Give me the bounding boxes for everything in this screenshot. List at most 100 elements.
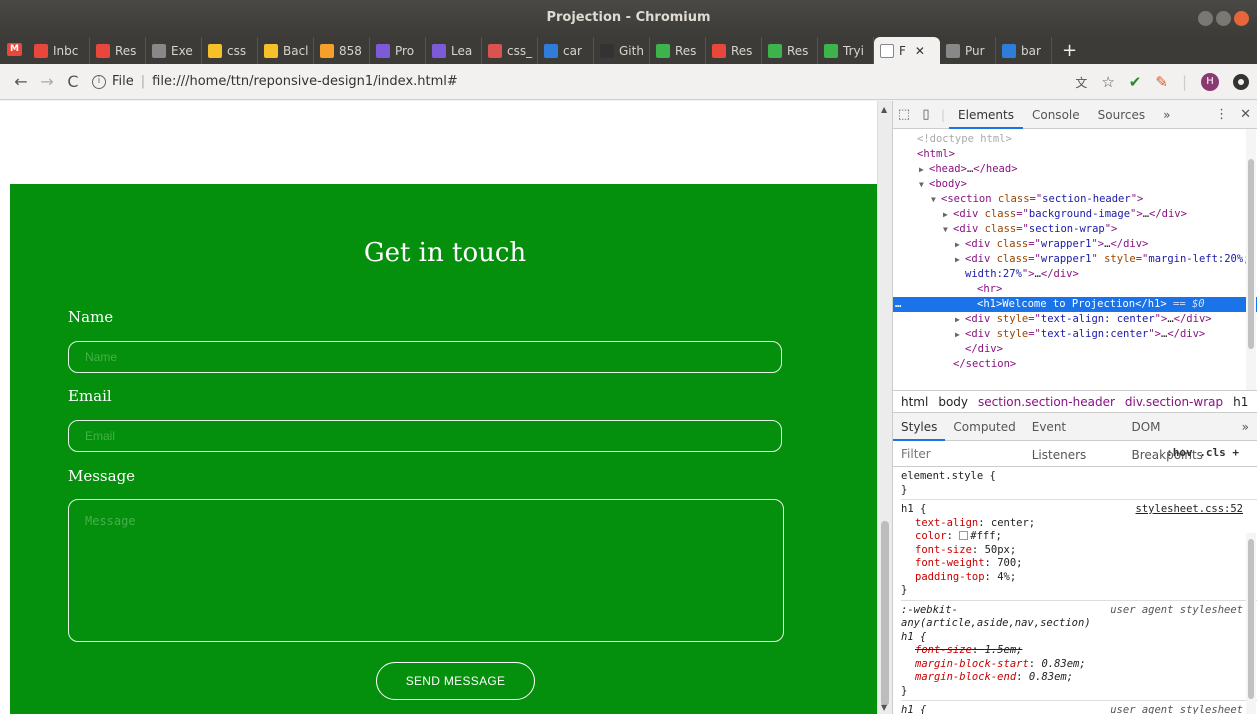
tab-console[interactable]: Console [1023, 101, 1089, 129]
dom-node[interactable]: ▶ <div class="wrapper1" style="margin-lef… [893, 252, 1257, 267]
browser-tab[interactable]: bar [996, 37, 1052, 64]
dom-node[interactable]: ▼ <body> [893, 177, 1257, 192]
dom-node[interactable]: ▼ <section class="section-header"> [893, 192, 1257, 207]
dom-node[interactable]: ▶ <div class="background-image">…</div> [893, 207, 1257, 222]
close-window-icon[interactable] [1234, 11, 1249, 26]
dom-node[interactable]: ▶ <div class="wrapper1">…</div> [893, 237, 1257, 252]
stylesheet-link[interactable]: stylesheet.css:52 [1136, 503, 1243, 517]
property-value[interactable]: 0.83em; [1041, 658, 1085, 670]
extension-circle-icon[interactable] [1233, 74, 1249, 90]
breadcrumb-item[interactable]: html [901, 395, 928, 409]
dom-node[interactable]: ▼ <div class="section-wrap"> [893, 222, 1257, 237]
browser-tab[interactable]: Tryi [818, 37, 874, 64]
page-scroll-thumb[interactable] [881, 521, 889, 706]
property-value[interactable]: 1.5em; [985, 644, 1023, 656]
dom-scrollbar[interactable] [1246, 129, 1256, 390]
property-name[interactable]: text-align [915, 517, 978, 529]
dom-node[interactable]: ▶ <div style="text-align: center">…</div> [893, 312, 1257, 327]
omnibox[interactable]: i File | file:///home/ttn/reponsive-desi… [92, 74, 458, 89]
styles-scroll-thumb[interactable] [1248, 539, 1254, 699]
breadcrumb-item[interactable]: section.section-header [978, 395, 1115, 409]
property-value[interactable]: 700; [997, 557, 1022, 569]
profile-avatar[interactable]: H [1201, 73, 1219, 91]
css-property[interactable]: margin-block-end: 0.83em; [901, 671, 1257, 685]
property-name[interactable]: margin-block-start [915, 658, 1029, 670]
css-property[interactable]: color: #fff; [901, 530, 1257, 544]
new-tab-button[interactable]: + [1052, 40, 1087, 61]
info-icon[interactable]: i [92, 74, 106, 89]
browser-tab[interactable]: Res [706, 37, 762, 64]
dom-node[interactable]: <html> [893, 147, 1257, 162]
page-scrollbar[interactable]: ▲ ▼ [877, 101, 892, 714]
browser-tab[interactable]: car [538, 37, 594, 64]
subtab-event-listeners[interactable]: Event Listeners [1024, 413, 1124, 462]
kebab-menu-icon[interactable]: ⋮ [1215, 107, 1228, 122]
name-input[interactable] [68, 341, 782, 373]
browser-tab[interactable]: 858 [314, 37, 370, 64]
dom-node[interactable]: </div> [893, 342, 1257, 357]
browser-tab[interactable]: css [202, 37, 258, 64]
dom-node[interactable]: <hr> [893, 282, 1257, 297]
dom-node[interactable]: width:27%">…</div> [893, 267, 1257, 282]
property-name[interactable]: font-size [915, 644, 972, 656]
maximize-icon[interactable] [1216, 11, 1231, 26]
close-tab-icon[interactable]: ✕ [915, 44, 925, 58]
more-tabs-button[interactable]: » [1154, 101, 1179, 129]
browser-tab[interactable]: Lea [426, 37, 482, 64]
css-property[interactable]: padding-top: 4%; [901, 571, 1257, 585]
browser-tab[interactable]: Res [90, 37, 146, 64]
extension-icon[interactable]: ✔ [1129, 73, 1142, 91]
browser-tab[interactable]: Pur [940, 37, 996, 64]
property-value[interactable]: 0.83em; [1029, 671, 1073, 683]
close-devtools-icon[interactable]: ✕ [1240, 107, 1251, 122]
css-property[interactable]: text-align: center; [901, 517, 1257, 531]
subtab-styles[interactable]: Styles [893, 413, 946, 441]
tab-sources[interactable]: Sources [1089, 101, 1154, 129]
property-name[interactable]: font-weight [915, 557, 985, 569]
property-value[interactable]: center; [991, 517, 1035, 529]
translate-icon[interactable]: 文 [1075, 74, 1087, 91]
extension-dropper-icon[interactable]: ✎ [1155, 73, 1168, 91]
property-value[interactable]: 4%; [997, 571, 1016, 583]
scroll-up-icon[interactable]: ▲ [881, 105, 887, 114]
browser-tab[interactable]: Gith [594, 37, 650, 64]
scroll-down-icon[interactable]: ▼ [881, 703, 887, 712]
property-name[interactable]: padding-top [915, 571, 985, 583]
message-textarea[interactable] [68, 499, 784, 642]
send-message-button[interactable]: SEND MESSAGE [376, 662, 535, 700]
property-name[interactable]: color [915, 530, 947, 542]
inspect-element-icon[interactable]: ⬚ [893, 107, 915, 122]
browser-tab[interactable]: Bacl [258, 37, 314, 64]
email-input[interactable] [68, 420, 782, 452]
hov-cls-toggles[interactable]: :hov .cls + [1166, 446, 1239, 459]
url-text[interactable]: file:///home/ttn/reponsive-design1/index… [152, 74, 458, 89]
dom-node[interactable]: ▶ <div style="text-align:center">…</div> [893, 327, 1257, 342]
browser-tab[interactable]: F ✕ [874, 37, 940, 64]
css-property[interactable]: font-size: 1.5em; [901, 644, 1257, 658]
subtab--[interactable]: » [1234, 413, 1257, 441]
browser-tab[interactable]: Res [762, 37, 818, 64]
css-property[interactable]: margin-block-start: 0.83em; [901, 658, 1257, 672]
back-button[interactable]: ← [8, 72, 34, 91]
device-toolbar-icon[interactable]: ▯ [915, 107, 937, 122]
browser-tab[interactable]: Res [650, 37, 706, 64]
browser-tab[interactable]: Pro [370, 37, 426, 64]
subtab-dom-breakpoints[interactable]: DOM Breakpoints [1123, 413, 1233, 462]
node-actions-icon[interactable]: … [895, 297, 901, 312]
property-name[interactable]: font-size [915, 544, 972, 556]
browser-tab[interactable]: Inbc [28, 37, 90, 64]
dom-node[interactable]: <!doctype html> [893, 132, 1257, 147]
minimize-icon[interactable] [1198, 11, 1213, 26]
dom-scroll-thumb[interactable] [1248, 159, 1254, 349]
property-name[interactable]: margin-block-end [915, 671, 1016, 683]
dom-node[interactable]: </section> [893, 357, 1257, 372]
styles-filter[interactable]: Filter :hov .cls + [893, 441, 1257, 467]
reload-button[interactable]: C [60, 72, 86, 91]
dom-node-selected[interactable]: <h1>Welcome to Projection</h1> == $0… [893, 297, 1257, 312]
property-value[interactable]: #fff; [970, 530, 1002, 542]
css-property[interactable]: font-size: 50px; [901, 544, 1257, 558]
browser-tab[interactable]: Exe [146, 37, 202, 64]
breadcrumb-item[interactable]: div.section-wrap [1125, 395, 1223, 409]
forward-button[interactable]: → [34, 72, 60, 91]
breadcrumb-item[interactable]: h1 [1233, 395, 1248, 409]
